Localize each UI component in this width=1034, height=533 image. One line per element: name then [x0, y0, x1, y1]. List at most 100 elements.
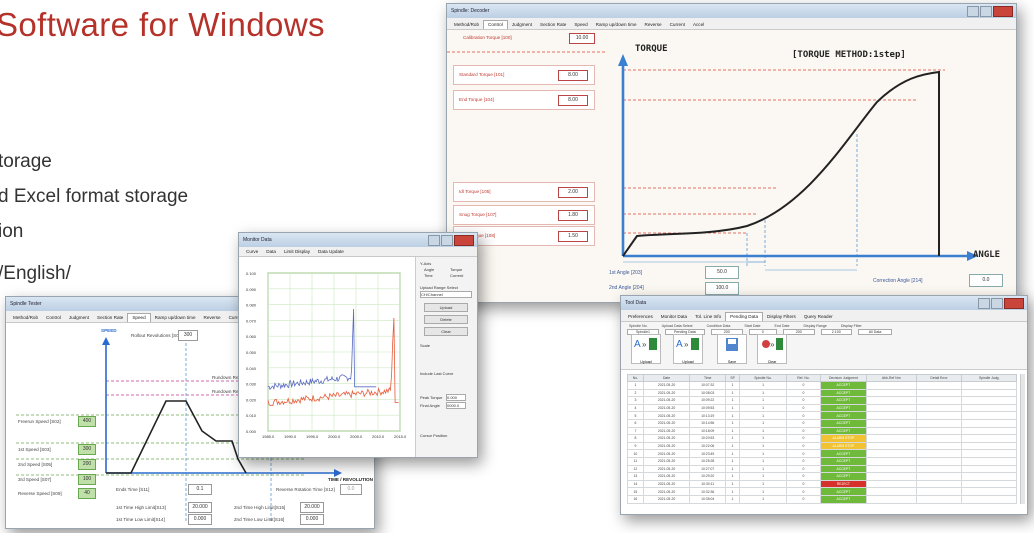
- second-speed-value[interactable]: 200: [78, 459, 96, 470]
- table-row[interactable]: 16 2021-05-20 10:35:04 1 1 0 ACCEPT: [627, 494, 1017, 504]
- first-time-low-value[interactable]: 0.000: [188, 514, 212, 525]
- tab-current[interactable]: Current: [666, 21, 689, 29]
- table-cell: [865, 441, 917, 451]
- upload-button[interactable]: Upload: [424, 303, 468, 312]
- reverse-speed-value[interactable]: 40: [78, 488, 96, 499]
- feature-item: ion: [0, 221, 24, 242]
- table-row[interactable]: 4 2021-05-20 10:09:53 1 1 0 ACCEPT: [627, 403, 1017, 413]
- menu-data[interactable]: Data: [262, 248, 280, 256]
- menu-update[interactable]: Data Update: [314, 248, 348, 256]
- second-angle-value[interactable]: 100.0: [705, 282, 739, 295]
- table-row[interactable]: 11 2021-05-20 10:25:28 1 1 0 ACCEPT: [627, 456, 1017, 466]
- tab-speed[interactable]: Speed: [127, 313, 151, 322]
- calibration-torque-value[interactable]: 10.00: [569, 33, 595, 44]
- table-cell: 1: [739, 403, 787, 413]
- tab-control[interactable]: Control: [42, 314, 65, 322]
- second-time-high-value[interactable]: 20.000: [300, 502, 324, 513]
- display-filter-field[interactable]: All Data: [857, 329, 893, 335]
- maximize-button[interactable]: [441, 234, 453, 246]
- upload-all-button[interactable]: A» Upload: [673, 334, 703, 364]
- minimize-button[interactable]: [428, 234, 440, 246]
- radio-time[interactable]: Time: [424, 273, 433, 278]
- maximize-button[interactable]: [991, 297, 1003, 309]
- table-cell: [961, 494, 1017, 504]
- y-tick-label: 0.070: [246, 318, 257, 323]
- radio-torque[interactable]: Torque: [450, 267, 462, 272]
- rollout-value[interactable]: 300: [178, 330, 198, 341]
- radio-angle[interactable]: Angle: [424, 267, 434, 272]
- menu-curve[interactable]: Curve: [242, 248, 262, 256]
- x-tick-label: 2000.0: [328, 434, 341, 439]
- tab-monitor-data[interactable]: Monitor Data: [657, 313, 691, 321]
- table-row[interactable]: 13 2021-05-20 10:29:20 1 1 0 ACCEPT: [627, 472, 1017, 481]
- clear-button[interactable]: Clear: [424, 327, 468, 336]
- table-cell: [915, 418, 963, 428]
- tab-reverse[interactable]: Reverse: [200, 314, 225, 322]
- radio-current[interactable]: Current: [450, 273, 463, 278]
- table-row[interactable]: 1 2021-05-20 10:07:32 1 1 0 ACCEPT: [627, 381, 1017, 390]
- third-speed-value[interactable]: 100: [78, 474, 96, 485]
- close-button[interactable]: [1004, 297, 1024, 309]
- tab-pending-data[interactable]: Pending Data: [725, 312, 763, 321]
- idl-torque-value[interactable]: 2.00: [558, 187, 588, 198]
- table-row[interactable]: 7 2021-05-20 10:18:09 1 1 0 ACCEPT: [627, 426, 1017, 436]
- display-range-field[interactable]: 2.100: [820, 329, 852, 335]
- upload-button[interactable]: A» Upload: [631, 334, 661, 364]
- table-cell: 2021-05-20: [642, 449, 691, 458]
- minimize-button[interactable]: [967, 5, 979, 17]
- first-time-high-value[interactable]: 20.000: [188, 502, 212, 513]
- table-row[interactable]: 10 2021-05-20 10:23:49 1 1 0 ACCEPT: [627, 449, 1017, 458]
- snug-torque-value[interactable]: 1.80: [558, 210, 588, 221]
- close-button[interactable]: [993, 5, 1013, 17]
- table-row[interactable]: 8 2021-05-20 10:20:53 1 1 0 ALARM STOP: [627, 434, 1017, 443]
- end-date-field[interactable]: 200: [782, 329, 815, 335]
- table-row[interactable]: 15 2021-05-20 10:32:36 1 1 0 ACCEPT: [627, 487, 1017, 496]
- window-title: Monitor Data: [243, 237, 272, 243]
- tab-reverse[interactable]: Reverse: [641, 21, 666, 29]
- table-scrollbar[interactable]: [1020, 374, 1025, 504]
- maximize-button[interactable]: [980, 5, 992, 17]
- standard-torque-value[interactable]: 8.00: [558, 70, 588, 81]
- table-cell: 2021-05-20: [642, 418, 691, 428]
- tab-query-reader[interactable]: Query Reader: [800, 313, 837, 321]
- table-row[interactable]: 5 2021-05-20 10:13:19 1 1 0 ACCEPT: [627, 411, 1017, 420]
- delete-button[interactable]: Delete: [424, 315, 468, 324]
- table-row[interactable]: 14 2021-05-20 10:30:11 1 1 0 REJECT: [627, 479, 1017, 489]
- tab-ramp[interactable]: Ramp up/down time: [151, 314, 200, 322]
- tab-accel[interactable]: Accel: [689, 21, 708, 29]
- first-speed-value[interactable]: 300: [78, 444, 96, 455]
- table-cell: 1: [725, 449, 741, 458]
- menu-limit[interactable]: Limit Display: [280, 248, 314, 256]
- second-time-low-value[interactable]: 0.000: [300, 514, 324, 525]
- table-cell: [915, 441, 963, 451]
- reverse-time-value[interactable]: 0.0: [340, 484, 362, 495]
- tab-preferences[interactable]: Preferences: [624, 313, 657, 321]
- ends-time-value[interactable]: 0.1: [188, 484, 212, 495]
- correction-angle-value[interactable]: 0.0: [969, 274, 1003, 287]
- freerun-speed-value[interactable]: 400: [78, 416, 96, 427]
- seat-torque-value[interactable]: 1.50: [558, 231, 588, 242]
- decision-cell: ACCEPT: [819, 403, 867, 413]
- minimize-button[interactable]: [978, 297, 990, 309]
- tab-judgment[interactable]: Judgment: [65, 314, 93, 322]
- table-cell: 3: [627, 396, 644, 405]
- table-row[interactable]: 9 2021-05-20 10:22:06 1 1 0 ALARM STOP: [627, 441, 1017, 451]
- tab-method[interactable]: Method/Rob: [9, 314, 42, 322]
- upload-range-select[interactable]: CH/Channel: [420, 291, 472, 298]
- table-row[interactable]: 6 2021-05-20 10:14:56 1 1 0 ACCEPT: [627, 418, 1017, 428]
- end-torque-value[interactable]: 8.00: [558, 95, 588, 106]
- tab-section-rate[interactable]: Section Rate: [93, 314, 127, 322]
- tab-display-filters[interactable]: Display Filters: [763, 313, 800, 321]
- tab-tol-line[interactable]: Tol. Line Info: [691, 313, 725, 321]
- clear-button[interactable]: » Clear: [757, 334, 787, 364]
- table-cell: 10:18:09: [689, 426, 727, 436]
- first-angle-value[interactable]: 50.0: [705, 266, 739, 279]
- include-last-checkbox[interactable]: Include Last Curve: [420, 371, 453, 376]
- close-button[interactable]: [454, 234, 474, 246]
- table-row[interactable]: 3 2021-05-20 10:09:22 1 1 0 ACCEPT: [627, 396, 1017, 405]
- time-axis-label: TIME / REVOLUTION: [328, 477, 373, 482]
- table-row[interactable]: 12 2021-05-20 10:27:07 1 1 0 ACCEPT: [627, 464, 1017, 474]
- table-cell: 1: [739, 434, 787, 443]
- save-button[interactable]: Save: [717, 334, 747, 364]
- table-row[interactable]: 2 2021-05-20 10:08:03 1 1 0 ACCEPT: [627, 388, 1017, 398]
